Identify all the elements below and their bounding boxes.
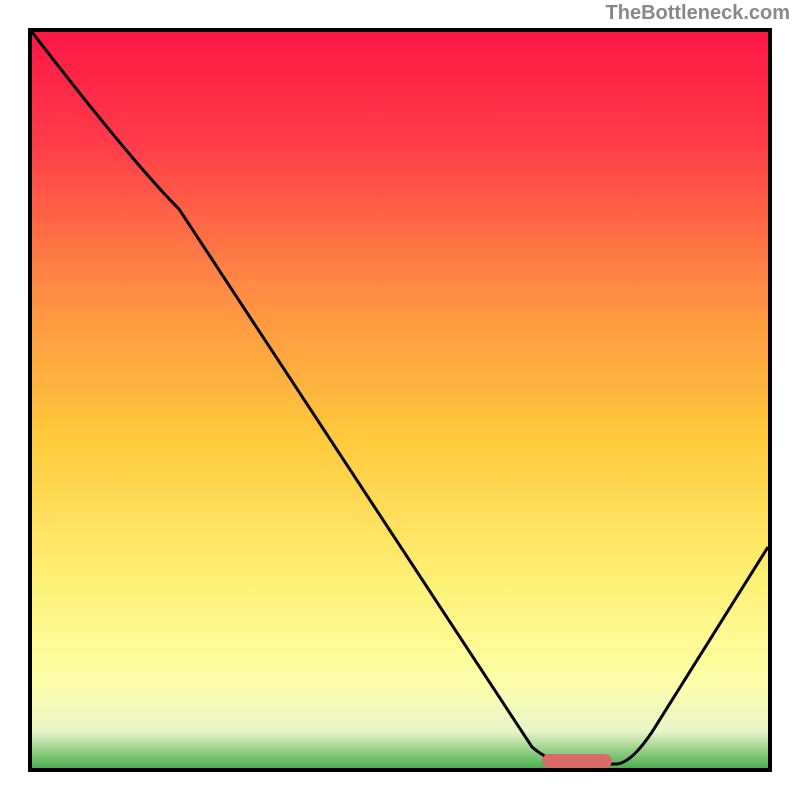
optimal-marker	[542, 754, 612, 768]
bottleneck-curve	[32, 32, 768, 768]
plot-area	[28, 28, 772, 772]
chart-container: TheBottleneck.com	[0, 0, 800, 800]
watermark-text: TheBottleneck.com	[606, 2, 790, 25]
